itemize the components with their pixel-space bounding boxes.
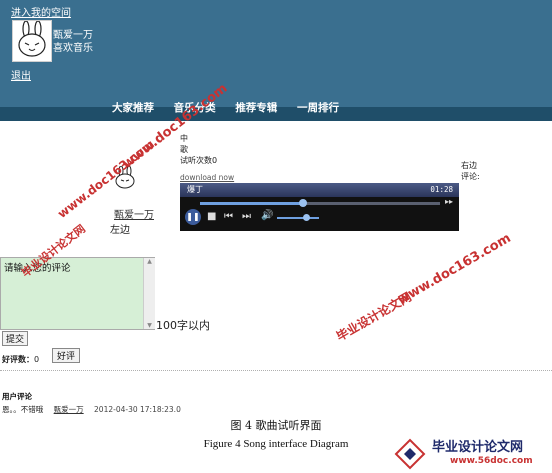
scroll-up-icon[interactable]: ▲: [144, 258, 155, 265]
right-label: 右边: [461, 161, 477, 170]
volume-slider[interactable]: [277, 217, 319, 219]
logout-link[interactable]: 退出: [11, 67, 31, 82]
section-divider: [0, 370, 552, 371]
corner-watermark-url: www.56doc.com: [450, 456, 533, 466]
uploader-name-link[interactable]: 甄爱一万: [114, 206, 154, 221]
like-button[interactable]: 好评: [52, 348, 81, 363]
play-count: 试听次数0: [180, 156, 218, 165]
song-info-line2: 歌: [180, 145, 188, 154]
stop-icon[interactable]: ■: [207, 211, 216, 222]
nav-item-recommend[interactable]: 大家推荐: [112, 102, 154, 114]
player-title-bar: 爆丁 01:28: [180, 183, 459, 197]
figure-caption-cn: 图 4 歌曲试听界面: [230, 419, 322, 432]
download-link[interactable]: download now: [180, 173, 234, 182]
comment-user-link[interactable]: 甄爱一万: [54, 405, 84, 414]
progress-fill: [200, 202, 304, 205]
rating-count: 好评数：0: [2, 354, 39, 365]
watermark-url: www.doc163.com: [395, 230, 514, 308]
enter-my-space-link[interactable]: 进入我的空间: [11, 4, 71, 19]
left-label: 左边: [110, 225, 130, 236]
track-time: 01:28: [430, 185, 453, 194]
song-info-line1: 中: [180, 134, 188, 143]
user-comments-title: 用户评论: [2, 392, 32, 401]
submit-comment-button[interactable]: 提交: [2, 331, 29, 346]
pause-icon[interactable]: ❚❚: [185, 209, 201, 225]
right-column-label: 右边 评论:: [461, 160, 480, 182]
next-icon[interactable]: ⏭: [242, 211, 251, 222]
avatar: [12, 20, 52, 62]
comments-label: 评论:: [461, 172, 480, 181]
rating-label: 好评数：: [2, 355, 34, 364]
corner-watermark-site: 毕业设计论文网: [432, 440, 524, 455]
volume-handle[interactable]: [303, 214, 311, 221]
nav-item-weekly-chart[interactable]: 一周排行: [297, 102, 339, 114]
audio-player: 爆丁 01:28 ▸▸ ❚❚ ■ ⏮ ⏭ 🔊: [180, 183, 459, 231]
comment-date: 2012-04-30 17:18:23.0: [94, 405, 181, 414]
previous-icon[interactable]: ⏮: [224, 211, 233, 222]
volume-icon[interactable]: 🔊: [261, 210, 273, 221]
profile-info: 甄爱一万 喜欢音乐: [53, 29, 93, 55]
rabbit-avatar-icon: [18, 20, 46, 57]
char-limit-hint: 100字以内: [156, 319, 210, 332]
track-title: 爆丁: [187, 185, 203, 194]
rating-value: 0: [34, 355, 40, 364]
nav-item-albums[interactable]: 推荐专辑: [235, 102, 277, 114]
skip-end-icon[interactable]: ▸▸: [445, 197, 453, 206]
profile-subtitle: 喜欢音乐: [53, 43, 93, 54]
comment-scrollbar[interactable]: ▲ ▼: [143, 258, 155, 329]
profile-username: 甄爱一万: [53, 30, 93, 41]
scroll-down-icon[interactable]: ▼: [144, 322, 155, 329]
progress-handle[interactable]: [299, 199, 308, 207]
list-item: 恩。。不错哦 甄爱一万 2012-04-30 17:18:23.0: [2, 404, 181, 415]
song-info: 中 歌 试听次数0: [180, 133, 217, 166]
watermark-site: 毕业设计论文网: [334, 289, 414, 344]
comment-text: 恩。。不错哦: [2, 405, 44, 414]
main-nav: 大家推荐 音乐分类 推荐专辑 一周排行: [112, 100, 355, 115]
